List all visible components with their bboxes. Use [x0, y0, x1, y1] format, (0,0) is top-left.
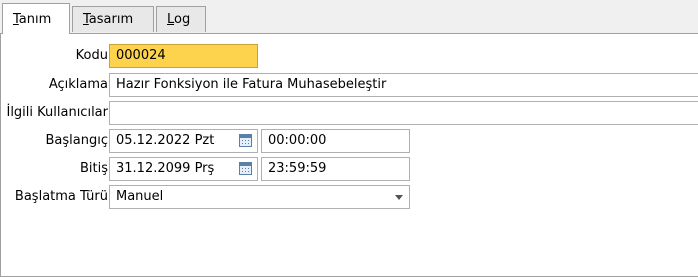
tab-log-mnemonic: L — [167, 12, 175, 27]
bitis-date-value: 31.12.2099 Prş — [116, 161, 215, 176]
tab-tanim[interactable]: Tanım — [2, 3, 70, 34]
ilgili-kullanicilar-field[interactable] — [109, 101, 698, 125]
aciklama-label: Açıklama — [48, 77, 108, 92]
tab-strip: Tanım Tasarım Log — [0, 0, 698, 34]
baslatma-turu-select[interactable]: Manuel — [109, 185, 410, 209]
aciklama-field[interactable]: Hazır Fonksiyon ile Fatura Muhasebeleşti… — [109, 73, 698, 97]
bitis-date-field[interactable]: 31.12.2099 Prş — [109, 157, 258, 181]
tab-tasarim[interactable]: Tasarım — [72, 6, 154, 32]
tab-log[interactable]: Log — [156, 6, 206, 32]
calendar-icon[interactable] — [239, 134, 252, 147]
baslatma-turu-value: Manuel — [116, 189, 164, 204]
tab-tasarim-label: asarım — [88, 12, 134, 27]
bitis-label: Bitiş — [79, 161, 108, 176]
chevron-down-icon[interactable] — [395, 195, 403, 200]
kodu-value: 000024 — [116, 48, 166, 63]
baslangic-time-field[interactable]: 00:00:00 — [261, 129, 410, 153]
bitis-time-value: 23:59:59 — [268, 161, 327, 176]
tab-tanim-label: anım — [18, 12, 52, 27]
baslangic-time-value: 00:00:00 — [268, 133, 327, 148]
tanim-panel: Kodu 000024 Açıklama Hazır Fonksiyon ile… — [0, 33, 698, 277]
aciklama-value: Hazır Fonksiyon ile Fatura Muhasebeleşti… — [116, 77, 387, 92]
bitis-time-field[interactable]: 23:59:59 — [261, 157, 410, 181]
kodu-field[interactable]: 000024 — [109, 44, 258, 68]
baslangic-date-value: 05.12.2022 Pzt — [116, 133, 215, 148]
calendar-icon[interactable] — [239, 162, 252, 175]
kodu-label: Kodu — [75, 48, 108, 63]
ilgili-kullanicilar-label: İlgili Kullanıcılar — [6, 105, 108, 120]
baslangic-label: Başlangıç — [45, 133, 109, 148]
baslangic-date-field[interactable]: 05.12.2022 Pzt — [109, 129, 258, 153]
tab-log-label: og — [174, 12, 191, 27]
baslatma-turu-label: Başlatma Türü — [14, 189, 108, 204]
